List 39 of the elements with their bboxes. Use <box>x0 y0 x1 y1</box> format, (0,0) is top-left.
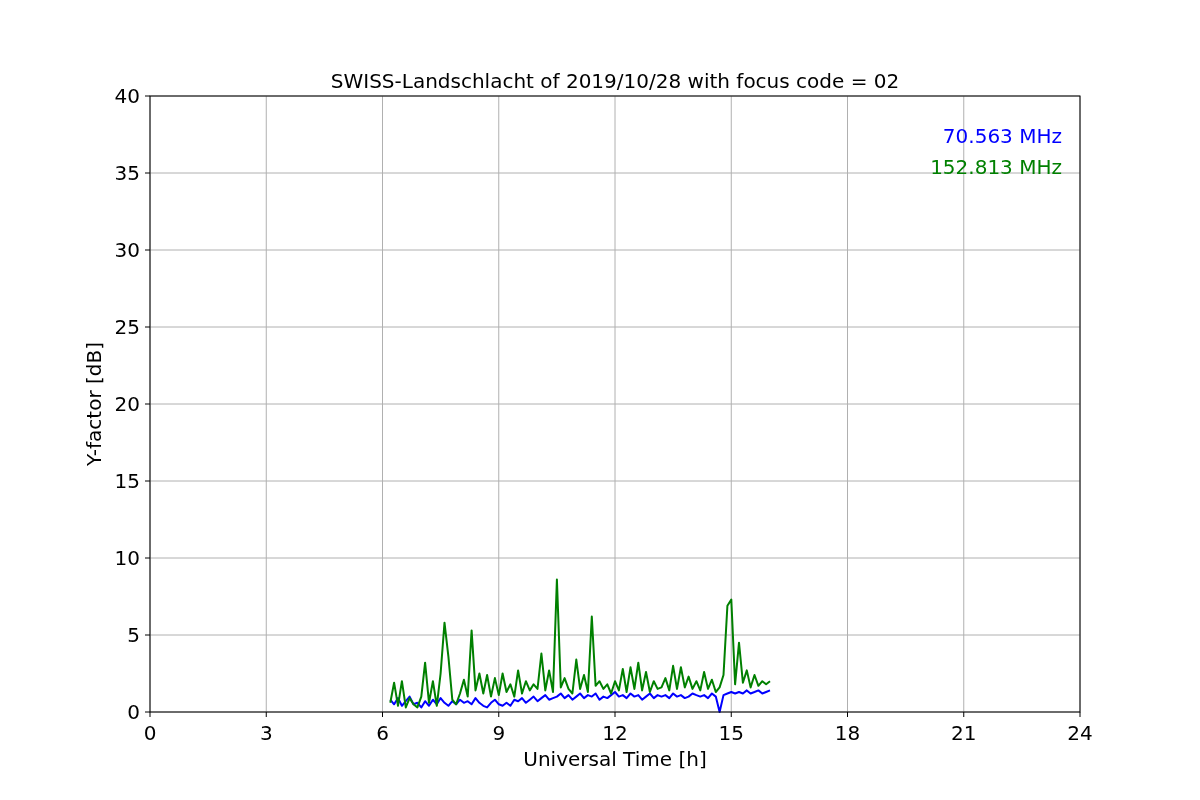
tick-mark <box>1079 711 1081 718</box>
tick-mark <box>498 711 500 718</box>
tick-label: 21 <box>951 721 977 745</box>
tick-label: 9 <box>492 721 506 745</box>
legend-label: 70.563 MHz <box>942 124 1062 148</box>
tick-mark <box>144 95 151 97</box>
tick-label: 3 <box>259 721 273 745</box>
chart-title: SWISS-Landschlacht of 2019/10/28 with focus code = 02 <box>330 69 900 93</box>
tick-label: 40 <box>114 84 140 108</box>
tick-label: 12 <box>602 721 628 745</box>
tick-mark <box>144 172 151 174</box>
tick-label: 15 <box>718 721 744 745</box>
tick-mark <box>265 711 267 718</box>
tick-mark <box>730 711 732 718</box>
tick-label: 5 <box>127 623 140 647</box>
tick-mark <box>614 711 616 718</box>
tick-mark <box>144 634 151 636</box>
tick-mark <box>963 711 965 718</box>
axis-label: Y-factor [dB] <box>82 342 106 466</box>
tick-label: 18 <box>834 721 861 745</box>
tick-label: 15 <box>114 469 140 493</box>
tick-label: 25 <box>114 315 140 339</box>
tick-label: 30 <box>114 238 140 262</box>
tick-mark <box>382 711 383 718</box>
tick-label: 6 <box>376 721 389 745</box>
legend-label: 152.813 MHz <box>930 155 1062 179</box>
tick-mark <box>847 711 848 718</box>
tick-mark <box>144 403 151 405</box>
tick-mark <box>144 557 151 559</box>
tick-label: 0 <box>143 721 157 745</box>
tick-mark <box>144 480 151 482</box>
tick-label: 24 <box>1067 721 1093 745</box>
tick-mark <box>144 326 151 328</box>
axis-label: Universal Time [h] <box>523 747 707 771</box>
tick-mark <box>144 249 151 251</box>
tick-label: 0 <box>127 700 140 724</box>
tick-label: 10 <box>114 546 140 570</box>
tick-label: 35 <box>114 161 140 185</box>
tick-label: 20 <box>114 392 140 416</box>
